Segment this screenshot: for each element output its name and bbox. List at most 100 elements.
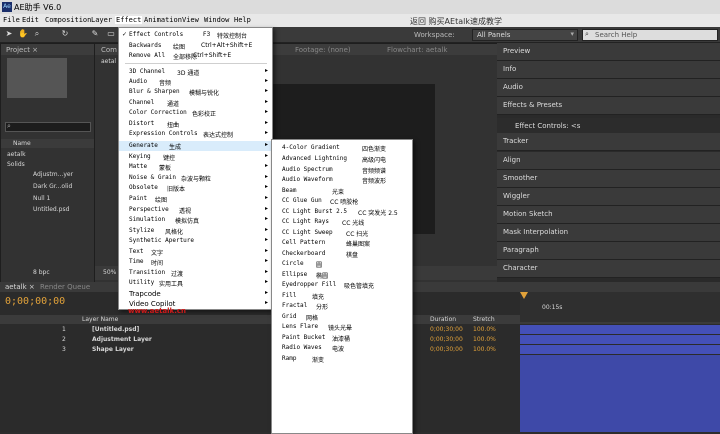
col-layer-name[interactable]: Layer Name	[82, 316, 118, 323]
layer-name[interactable]: Shape Layer	[92, 346, 134, 353]
submenu-item[interactable]: Checkerboard 棋盘	[272, 249, 412, 259]
menu-item-audio[interactable]: Audio 音频 ▸	[119, 77, 272, 87]
menu-item-expression-controls[interactable]: Expression Controls 表达式控制 ▸	[119, 129, 272, 139]
layer-duration[interactable]: 0;00;30;00	[430, 336, 463, 343]
menu-item-blur-sharpen[interactable]: Blur & Sharpen 模糊与锐化 ▸	[119, 87, 272, 97]
layer-bar[interactable]	[520, 335, 720, 344]
menu-item-channel[interactable]: Channel 通道 ▸	[119, 98, 272, 108]
overlay-links[interactable]: 返回 购买AEtalk速成教学	[410, 16, 502, 27]
menu-animation[interactable]: Animation	[144, 16, 182, 24]
submenu-item[interactable]: Eyedropper Fill 吸色管填充	[272, 280, 412, 290]
submenu-item[interactable]: Beam 光束	[272, 186, 412, 196]
menu-item-remove-all[interactable]: Remove All 全部移除 Ctrl+Shift+E	[119, 51, 272, 61]
panel-info[interactable]: Info	[497, 61, 720, 79]
footage-tab[interactable]: Footage: (none)	[295, 46, 351, 54]
timeline-track-area[interactable]	[520, 355, 720, 432]
submenu-item[interactable]: Audio Spectrum 音频频谱	[272, 165, 412, 175]
menu-item-time[interactable]: Time 时间 ▸	[119, 257, 272, 267]
menu-item-noise-grain[interactable]: Noise & Grain 杂波与颗粒 ▸	[119, 173, 272, 183]
zoom-level[interactable]: 50%	[103, 269, 116, 276]
panel-tracker[interactable]: Tracker	[497, 133, 720, 151]
menu-file[interactable]: File	[3, 16, 20, 24]
column-name[interactable]: Name	[13, 140, 31, 147]
submenu-item[interactable]: Radio Waves 电波	[272, 343, 412, 353]
rotate-tool-icon[interactable]: ↻	[60, 29, 70, 39]
layer-bar[interactable]	[520, 325, 720, 334]
panel-preview[interactable]: Preview	[497, 43, 720, 61]
panel-character[interactable]: Character	[497, 260, 720, 278]
menu-item-color-correction[interactable]: Color Correction 色彩校正 ▸	[119, 108, 272, 118]
search-help-field[interactable]: ⌕ Search Help	[582, 29, 718, 41]
time-ruler[interactable]: 00:15s	[520, 292, 720, 322]
menu-item-transition[interactable]: Transition 过渡 ▸	[119, 268, 272, 278]
menu-effect[interactable]: Effect	[115, 16, 143, 24]
submenu-item[interactable]: Lens Flare 镜头光晕	[272, 322, 412, 332]
timecode[interactable]: 0;00;00;00	[5, 296, 65, 307]
col-stretch[interactable]: Stretch	[473, 316, 495, 323]
submenu-item[interactable]: 4-Color Gradient 四色渐变	[272, 143, 412, 153]
panel-align[interactable]: Align	[497, 152, 720, 170]
panel-smoother[interactable]: Smoother	[497, 170, 720, 188]
comp-tab[interactable]: Com	[101, 46, 117, 54]
menu-view[interactable]: View	[182, 16, 199, 24]
project-item[interactable]: aetalk	[7, 151, 26, 158]
submenu-item[interactable]: Fractal 分形	[272, 301, 412, 311]
menu-item-simulation[interactable]: Simulation 模拟仿真 ▸	[119, 215, 272, 225]
rectangle-tool-icon[interactable]: ▭	[106, 29, 116, 39]
panel-mask-interpolation[interactable]: Mask Interpolation	[497, 224, 720, 242]
submenu-item[interactable]: Advanced Lightning 高级闪电	[272, 154, 412, 164]
project-folder[interactable]: Solids	[7, 161, 25, 168]
selection-tool-icon[interactable]: ➤	[4, 29, 14, 39]
panel-effects-presets[interactable]: Effects & Presets	[497, 97, 720, 115]
project-search-input[interactable]: ⌕	[5, 122, 91, 132]
submenu-item[interactable]: Fill 填充	[272, 291, 412, 301]
bpc-label[interactable]: 8 bpc	[33, 269, 50, 276]
layer-name[interactable]: Adjustment Layer	[92, 336, 152, 343]
menu-item-text[interactable]: Text 文字 ▸	[119, 247, 272, 257]
menu-item-effect-controls[interactable]: ✓ Effect Controls F3 特效控制台	[119, 30, 272, 40]
layer-stretch[interactable]: 100.0%	[473, 346, 496, 353]
menu-composition[interactable]: Composition	[45, 16, 91, 24]
submenu-item[interactable]: Ramp 渐变	[272, 354, 412, 364]
menu-item-perspective[interactable]: Perspective 透视 ▸	[119, 205, 272, 215]
menu-item-distort[interactable]: Distort 扭曲 ▸	[119, 119, 272, 129]
panel-wiggler[interactable]: Wiggler	[497, 188, 720, 206]
comp-subtab[interactable]: aetal	[101, 58, 116, 65]
layer-bar[interactable]	[520, 345, 720, 354]
layer-duration[interactable]: 0;00;30;00	[430, 346, 463, 353]
col-duration[interactable]: Duration	[430, 316, 456, 323]
menu-item-obsolete[interactable]: Obsolete 旧版本 ▸	[119, 183, 272, 193]
playhead-icon[interactable]	[520, 292, 528, 299]
submenu-item[interactable]: Cell Pattern 蜂巢图案	[272, 238, 412, 248]
menu-item-keying[interactable]: Keying 键控 ▸	[119, 152, 272, 162]
menu-item-generate[interactable]: Generate 生成 ▸	[119, 141, 272, 151]
submenu-item[interactable]: CC Light Sweep CC 扫光	[272, 228, 412, 238]
layer-name[interactable]: [Untitled.psd]	[92, 326, 139, 333]
timeline-tab[interactable]: aetalk ×	[5, 283, 35, 291]
render-queue-tab[interactable]: Render Queue	[40, 283, 90, 291]
menu-item-utility[interactable]: Utility 实用工具 ▸	[119, 278, 272, 288]
hand-tool-icon[interactable]: ✋	[18, 29, 28, 39]
project-item[interactable]: Dark Gr...olid	[33, 183, 72, 190]
panel-audio[interactable]: Audio	[497, 79, 720, 97]
pen-tool-icon[interactable]: ✎	[90, 29, 100, 39]
submenu-item[interactable]: Audio Waveform 音频波形	[272, 175, 412, 185]
menu-help[interactable]: Help	[234, 16, 251, 24]
menu-window[interactable]: Window	[204, 16, 229, 24]
project-item[interactable]: Adjustm...yer	[33, 171, 73, 178]
menu-item-backwards[interactable]: Backwards 绘图 Ctrl+Alt+Shift+E	[119, 41, 272, 51]
menu-item-stylize[interactable]: Stylize 风格化 ▸	[119, 226, 272, 236]
submenu-item[interactable]: CC Light Rays CC 光线	[272, 217, 412, 227]
flowchart-tab[interactable]: Flowchart: aetalk	[387, 46, 447, 54]
submenu-item[interactable]: CC Glue Gun CC 喷胶枪	[272, 196, 412, 206]
project-item[interactable]: Null 1	[33, 195, 50, 202]
zoom-tool-icon[interactable]: ⌕	[32, 29, 42, 39]
submenu-item[interactable]: Paint Bucket 油漆桶	[272, 333, 412, 343]
layer-duration[interactable]: 0;00;30;00	[430, 326, 463, 333]
menu-item-3d-channel[interactable]: 3D Channel 3D 通道 ▸	[119, 67, 272, 77]
submenu-item[interactable]: Circle 圆	[272, 259, 412, 269]
menu-item-matte[interactable]: Matte 蒙板 ▸	[119, 162, 272, 172]
menu-item-synthetic-aperture[interactable]: Synthetic Aperture ▸	[119, 236, 272, 246]
panel-paragraph[interactable]: Paragraph	[497, 242, 720, 260]
panel-motion-sketch[interactable]: Motion Sketch	[497, 206, 720, 224]
